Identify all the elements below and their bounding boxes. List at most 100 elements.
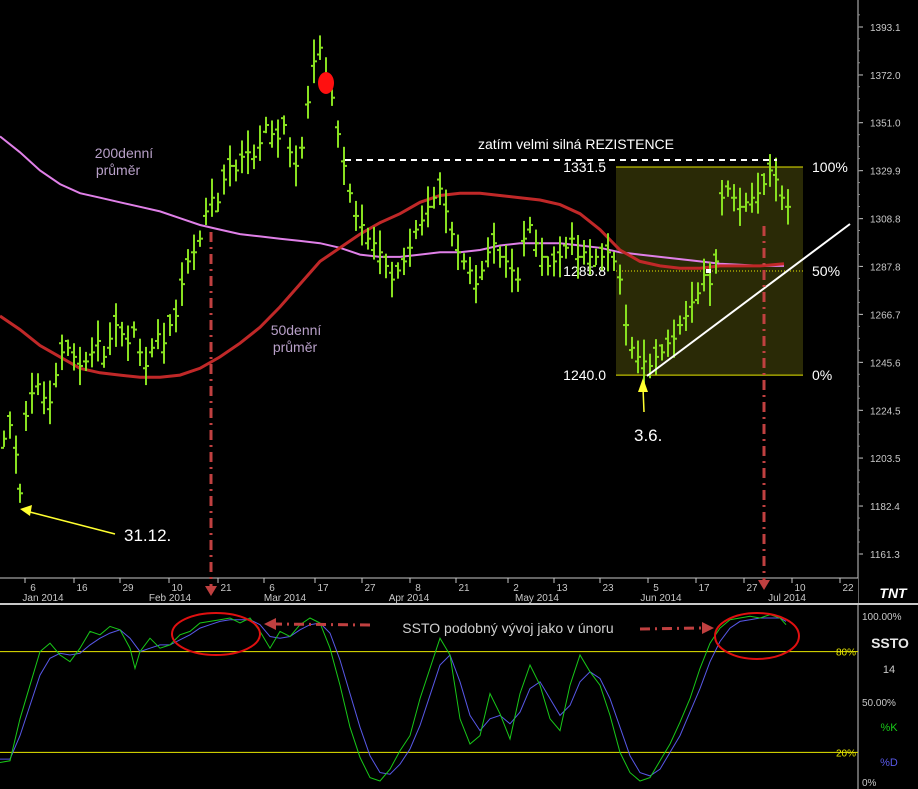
price-bar <box>317 35 323 60</box>
price-bar <box>425 186 431 228</box>
ssto-tick-label: 100.00% <box>862 612 902 623</box>
price-bar <box>179 262 185 306</box>
ma50-label-line1: 50denní <box>271 322 322 338</box>
price-bar <box>227 145 233 187</box>
price-bar <box>173 299 179 333</box>
price-bar <box>419 205 425 236</box>
ma200-label-line2: průměr <box>96 162 141 178</box>
date-tick-label: 21 <box>220 583 232 594</box>
month-label: Jun 2014 <box>640 593 682 604</box>
arrow-head-1 <box>20 505 32 516</box>
price-bar <box>569 222 575 256</box>
price-tick-label: 1203.5 <box>870 454 901 465</box>
price-bar <box>41 381 47 415</box>
price-bar <box>65 339 71 356</box>
price-axis[interactable]: 1161.3 1182.4 1203.5 1224.5 1245.6 1266.7 1287… <box>858 14 901 561</box>
price-bar <box>251 144 257 170</box>
price-bar <box>269 120 275 148</box>
month-label: May 2014 <box>515 593 559 604</box>
price-bar <box>7 411 13 439</box>
tnt-logo: TNT <box>879 585 908 601</box>
month-label: Jan 2014 <box>22 593 64 604</box>
price-bar <box>509 248 515 293</box>
ssto-tick-label: 20% <box>836 748 856 759</box>
price-bar <box>395 262 401 279</box>
fib-pct-low: 0% <box>812 367 832 383</box>
price-bar <box>221 164 227 195</box>
date-tick-label: 16 <box>76 583 88 594</box>
price-bar <box>311 39 317 84</box>
price-tick-label: 1182.4 <box>870 502 900 513</box>
date-tick-label: 22 <box>842 583 854 594</box>
ssto-tick-label: 80% <box>836 648 856 659</box>
price-bar <box>257 125 263 161</box>
price-bar <box>491 222 497 264</box>
price-panel <box>0 0 918 789</box>
price-bar <box>485 237 491 268</box>
price-bar <box>59 334 65 371</box>
arrow-head-2 <box>638 378 648 392</box>
price-bar <box>407 228 413 267</box>
price-bar <box>47 380 53 425</box>
arrow-line-1 <box>25 510 116 535</box>
price-bar <box>53 362 59 388</box>
legend-k: %K <box>880 722 898 734</box>
price-bar <box>101 345 107 368</box>
low-date-label-2: 3.6. <box>634 426 662 445</box>
price-bar <box>461 253 467 270</box>
price-bar <box>449 221 455 247</box>
ssto-arrow-line-2 <box>639 626 703 631</box>
price-bar <box>17 483 23 503</box>
month-label: Apr 2014 <box>389 593 430 604</box>
price-bar <box>371 226 377 260</box>
fib-retracement: 1331.5 1285.8 1240.0 100% 50% 0% <box>563 159 848 383</box>
price-bar <box>95 320 101 362</box>
price-bar <box>191 234 197 271</box>
fib-mid-value: 1285.8 <box>563 263 606 279</box>
ssto-tick-label: 0% <box>862 778 877 789</box>
legend-d: %D <box>880 757 898 769</box>
price-tick-label: 1287.8 <box>870 262 901 273</box>
price-bar <box>413 220 419 240</box>
date-tick-label: 29 <box>122 583 134 594</box>
ssto-title: SSTO <box>871 635 909 651</box>
date-tick-label: 17 <box>698 583 710 594</box>
price-bar <box>185 249 191 274</box>
ssto-arrow-head-2 <box>702 622 714 634</box>
price-bar <box>545 255 551 276</box>
red-marker <box>318 72 334 94</box>
price-bar <box>131 321 137 338</box>
price-bar <box>377 230 383 275</box>
price-tick-label: 1329.9 <box>870 167 901 178</box>
ssto-arrow-head-1 <box>264 618 276 630</box>
price-bar <box>437 172 443 206</box>
price-bar <box>551 246 557 277</box>
price-bar <box>359 204 365 246</box>
ma200-label-line1: 200denní <box>95 145 154 161</box>
price-bar <box>281 115 287 135</box>
price-bar <box>245 130 251 175</box>
price-bar <box>233 159 239 182</box>
price-bar <box>473 265 479 304</box>
resistance-label: zatím velmi silná REZISTENCE <box>478 136 674 152</box>
price-bar <box>23 400 29 432</box>
price-bar <box>125 325 131 361</box>
price-bar <box>353 200 359 231</box>
price-bar <box>341 146 347 186</box>
ssto-period: 14 <box>883 664 895 676</box>
price-bar <box>107 322 113 356</box>
fib-low-value: 1240.0 <box>563 367 606 383</box>
price-bar <box>389 261 395 298</box>
price-bar <box>239 140 245 174</box>
price-bar <box>467 256 473 285</box>
price-bar <box>167 314 173 336</box>
month-label: Jul 2014 <box>768 593 806 604</box>
price-bar <box>527 216 533 234</box>
fib-pct-mid: 50% <box>812 263 840 279</box>
price-tick-label: 1393.1 <box>870 23 901 34</box>
date-tick-label: 17 <box>317 583 329 594</box>
price-tick-label: 1308.8 <box>870 215 901 226</box>
chart-stage: 1331.5 1285.8 1240.0 100% 50% 0% 1161.3 1182.4… <box>0 0 918 789</box>
price-bar <box>275 119 281 158</box>
price-bar <box>13 435 19 474</box>
